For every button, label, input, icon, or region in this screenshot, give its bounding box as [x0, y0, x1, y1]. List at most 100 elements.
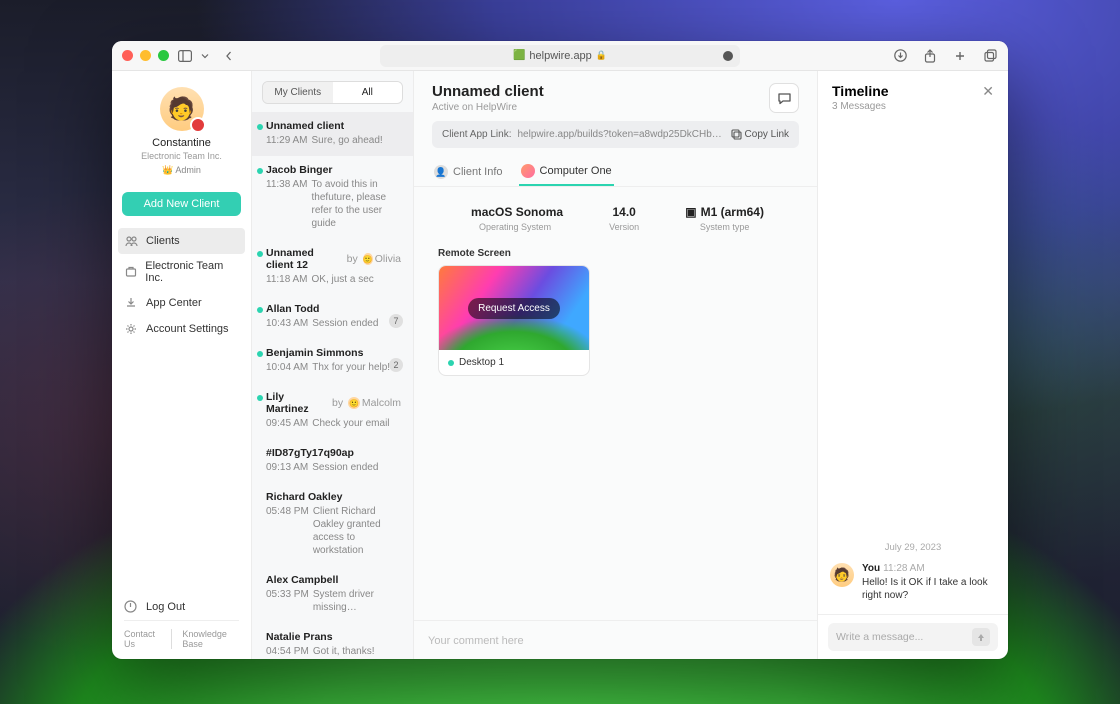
nav-settings[interactable]: Account Settings [112, 316, 251, 342]
chat-button[interactable] [769, 83, 799, 113]
online-dot-icon [257, 351, 263, 357]
url-bar[interactable]: 🟩 helpwire.app 🔒 [380, 45, 740, 67]
online-dot-icon [257, 251, 263, 257]
client-name: #ID87gTy17q90ap [266, 447, 354, 459]
client-item[interactable]: Allan Todd10:43 AMSession ended7 [252, 295, 413, 339]
client-name: Alex Campbell [266, 574, 338, 586]
client-list-panel: My Clients All Unnamed client11:29 AMSur… [252, 71, 414, 659]
client-name: Unnamed client [266, 120, 344, 132]
clients-icon [124, 234, 138, 248]
client-time: 10:43 AM [266, 317, 308, 330]
os-label: Operating System [467, 222, 563, 232]
download-icon[interactable] [892, 48, 908, 64]
online-dot-icon [257, 395, 263, 401]
main-panel: Unnamed client Active on HelpWire Client… [414, 71, 818, 659]
send-button[interactable] [972, 628, 990, 646]
client-item[interactable]: Unnamed client 12 by 🙂Olivia11:18 AMOK, … [252, 239, 413, 295]
fullscreen-window-button[interactable] [158, 50, 169, 61]
client-item[interactable]: Unnamed client11:29 AMSure, go ahead! [252, 112, 413, 156]
nav-appcenter[interactable]: App Center [112, 290, 251, 316]
dropdown-chevron-icon[interactable] [197, 48, 213, 64]
app-body: 🧑 Constantine Electronic Team Inc. 👑 Adm… [112, 71, 1008, 659]
version-value: 14.0 [609, 205, 639, 219]
client-item[interactable]: Jacob Binger11:38 AMTo avoid this in the… [252, 156, 413, 239]
client-item[interactable]: #ID87gTy17q90ap09:13 AMSession ended [252, 439, 413, 483]
back-button[interactable] [221, 48, 237, 64]
rail-links: Contact Us Knowledge Base [124, 620, 239, 649]
by-name: Olivia [375, 253, 401, 265]
send-icon [976, 632, 986, 642]
company-icon [124, 265, 137, 279]
online-dot-icon [257, 124, 263, 130]
client-time: 11:38 AM [266, 178, 308, 230]
nav-clients[interactable]: Clients [118, 228, 245, 254]
add-new-client-button[interactable]: Add New Client [122, 192, 241, 216]
unread-badge: 2 [389, 358, 403, 372]
client-item[interactable]: Richard Oakley05:48 PMClient Richard Oak… [252, 483, 413, 566]
logout-icon [124, 600, 138, 614]
close-window-button[interactable] [122, 50, 133, 61]
copy-link-button[interactable]: Copy Link [731, 129, 789, 140]
client-preview: OK, just a sec [312, 273, 374, 286]
message-input[interactable]: Write a message... [828, 623, 998, 651]
client-item[interactable]: Lily Martinez by 🙂Malcolm09:45 AMCheck y… [252, 383, 413, 439]
profile-avatar[interactable]: 🧑 [160, 87, 204, 131]
nav-company[interactable]: Electronic Team Inc. [112, 254, 251, 290]
tab-all[interactable]: All [333, 82, 403, 103]
subtab-client-info-label: Client Info [453, 166, 503, 178]
subtabs: 👤 Client Info Computer One [414, 158, 817, 187]
client-preview: System driver missing… [313, 588, 401, 614]
online-dot-icon [257, 168, 263, 174]
screen-thumbnail: Request Access [439, 266, 589, 350]
link-url[interactable]: helpwire.app/builds?token=a8wdp25DkCHbex… [518, 129, 725, 140]
timeline-message: 🧑 You11:28 AM Hello! Is it OK if I take … [818, 563, 1008, 614]
comment-input[interactable] [428, 635, 803, 647]
os-value: macOS Sonoma [471, 205, 563, 219]
client-item[interactable]: Benjamin Simmons10:04 AMThx for your hel… [252, 339, 413, 383]
knowledge-base-link[interactable]: Knowledge Base [182, 629, 239, 649]
client-item[interactable]: Alex Campbell05:33 PMSystem driver missi… [252, 566, 413, 623]
client-preview: Client Richard Oakley granted access to … [313, 505, 401, 557]
client-name: Allan Todd [266, 303, 319, 315]
settings-icon [124, 322, 138, 336]
reader-icon[interactable] [722, 50, 734, 62]
client-item[interactable]: Natalie Prans04:54 PMGot it, thanks! [252, 623, 413, 659]
client-time: 09:45 AM [266, 417, 308, 430]
remote-screen-label: Remote Screen [414, 240, 817, 265]
client-preview: Got it, thanks! [313, 645, 375, 658]
site-icon: 🟩 [513, 50, 525, 61]
version-label: Version [609, 222, 639, 232]
client-list[interactable]: Unnamed client11:29 AMSure, go ahead!Jac… [252, 112, 413, 659]
tabs-icon[interactable] [982, 48, 998, 64]
computer-avatar-icon [521, 164, 535, 178]
new-tab-icon[interactable] [952, 48, 968, 64]
client-name: Natalie Prans [266, 631, 333, 643]
client-title: Unnamed client [432, 83, 544, 100]
client-name: Benjamin Simmons [266, 347, 363, 359]
system-label: System type [685, 222, 764, 232]
share-icon[interactable] [922, 48, 938, 64]
subtab-client-info[interactable]: 👤 Client Info [432, 158, 505, 186]
client-time: 09:13 AM [266, 461, 308, 474]
minimize-window-button[interactable] [140, 50, 151, 61]
request-access-button[interactable]: Request Access [468, 298, 560, 319]
online-dot-icon [448, 360, 454, 366]
system-value: M1 (arm64) [701, 205, 764, 219]
profile-role: 👑 Admin [162, 165, 201, 176]
sidebar-toggle-icon[interactable] [177, 48, 193, 64]
timeline-close-button[interactable]: ✕ [982, 83, 994, 100]
message-placeholder: Write a message... [836, 631, 923, 643]
profile-name: Constantine [152, 137, 211, 149]
unread-badge: 7 [389, 314, 403, 328]
left-rail: 🧑 Constantine Electronic Team Inc. 👑 Adm… [112, 71, 252, 659]
copy-link-label: Copy Link [745, 129, 789, 140]
tab-my-clients[interactable]: My Clients [263, 82, 333, 103]
contact-us-link[interactable]: Contact Us [124, 629, 172, 649]
client-name: Richard Oakley [266, 491, 342, 503]
client-name: Unnamed client 12 [266, 247, 344, 271]
mini-avatar-icon: 🙂 [363, 253, 373, 265]
logout-button[interactable]: Log Out [124, 594, 239, 620]
subtab-computer-one[interactable]: Computer One [519, 158, 614, 186]
message-avatar: 🧑 [830, 563, 854, 587]
traffic-lights [122, 50, 169, 61]
